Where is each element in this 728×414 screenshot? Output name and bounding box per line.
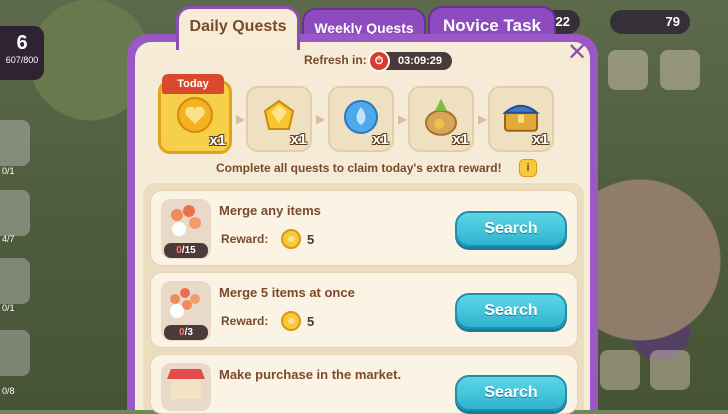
arrow-right-icon: ▶ — [236, 112, 246, 126]
coin-icon — [281, 311, 301, 331]
quest-item: 0/15 Merge any items Reward: 5 Search — [150, 190, 578, 266]
reward-slot-5[interactable]: x1 — [488, 86, 554, 152]
side-task-4[interactable] — [0, 330, 30, 376]
side-task-3[interactable] — [0, 258, 30, 304]
arrow-right-icon: ▶ — [316, 112, 326, 126]
close-icon: ✕ — [566, 38, 588, 66]
quest-title: Merge any items — [219, 203, 321, 218]
reward-slot-4[interactable]: x1 — [408, 86, 474, 152]
refresh-label: Refresh in: — [304, 53, 367, 67]
reward-slot-2[interactable]: x1 — [246, 86, 312, 152]
side-task-3-count: 0/1 — [2, 303, 15, 313]
reward-qty: x1 — [532, 131, 549, 148]
currency-counter-2[interactable]: 79 — [610, 10, 690, 34]
search-button[interactable]: Search — [455, 375, 567, 411]
quest-progress: 0/15 — [164, 243, 208, 258]
search-button-label: Search — [484, 302, 538, 319]
reward-slot-3[interactable]: x1 — [328, 86, 394, 152]
side-task-1[interactable] — [0, 120, 30, 166]
quest-progress: 0/3 — [164, 325, 208, 340]
search-button[interactable]: Search — [455, 211, 567, 247]
complete-all-hint: Complete all quests to claim today's ext… — [216, 161, 502, 175]
arrow-right-icon: ▶ — [398, 112, 408, 126]
arrow-right-icon: ▶ — [478, 112, 488, 126]
shop-icon[interactable] — [600, 350, 640, 390]
quest-progress-total: /3 — [184, 327, 193, 338]
market-stall-icon — [161, 363, 211, 411]
info-icon: i — [526, 162, 530, 174]
search-button-label: Search — [484, 220, 538, 237]
today-tag: Today — [162, 74, 224, 94]
quest-title: Make purchase in the market. — [219, 367, 402, 382]
reward-qty: x1 — [452, 131, 469, 148]
side-task-4-count: 0/8 — [2, 386, 15, 396]
reward-qty: x1 — [290, 131, 307, 148]
search-button[interactable]: Search — [455, 293, 567, 329]
player-level: 6 — [16, 32, 28, 54]
reward-value: 5 — [307, 314, 315, 329]
reward-label: Reward: — [221, 232, 269, 246]
refresh-timer: ⏱ 03:09:29 — [368, 50, 452, 72]
reward-qty: x1 — [372, 131, 389, 148]
info-button[interactable]: i — [519, 159, 537, 177]
quest-item: 0/3 Merge 5 items at once Reward: 5 Sear… — [150, 272, 578, 348]
search-button-label: Search — [484, 384, 538, 401]
side-task-2-count: 4/7 — [2, 234, 15, 244]
reward-qty: x1 — [209, 132, 226, 149]
event-icon-2[interactable] — [660, 50, 700, 90]
reward-label: Reward: — [221, 314, 269, 328]
refresh-time: 03:09:29 — [397, 55, 442, 67]
side-task-1-count: 0/1 — [2, 166, 15, 176]
quest-progress-total: /15 — [181, 245, 196, 256]
clock-icon: ⏱ — [368, 50, 390, 72]
currency-value-2: 79 — [665, 14, 680, 29]
tab-novice-label: Novice Task — [443, 16, 541, 35]
tab-daily-label: Daily Quests — [189, 18, 287, 35]
player-xp: 607/800 — [5, 55, 39, 65]
heart-coin-icon — [177, 97, 213, 133]
coin-icon — [281, 229, 301, 249]
reward-value: 5 — [307, 232, 315, 247]
event-icon-1[interactable] — [608, 50, 648, 90]
close-button[interactable]: ✕ — [562, 38, 592, 68]
tab-daily-quests[interactable]: Daily Quests — [176, 6, 300, 50]
player-level-badge[interactable]: 6 607/800 — [0, 26, 44, 80]
inventory-icon[interactable] — [650, 350, 690, 390]
quest-item: Make purchase in the market. Search — [150, 354, 578, 414]
side-task-2[interactable] — [0, 190, 30, 236]
quest-title: Merge 5 items at once — [219, 285, 355, 300]
